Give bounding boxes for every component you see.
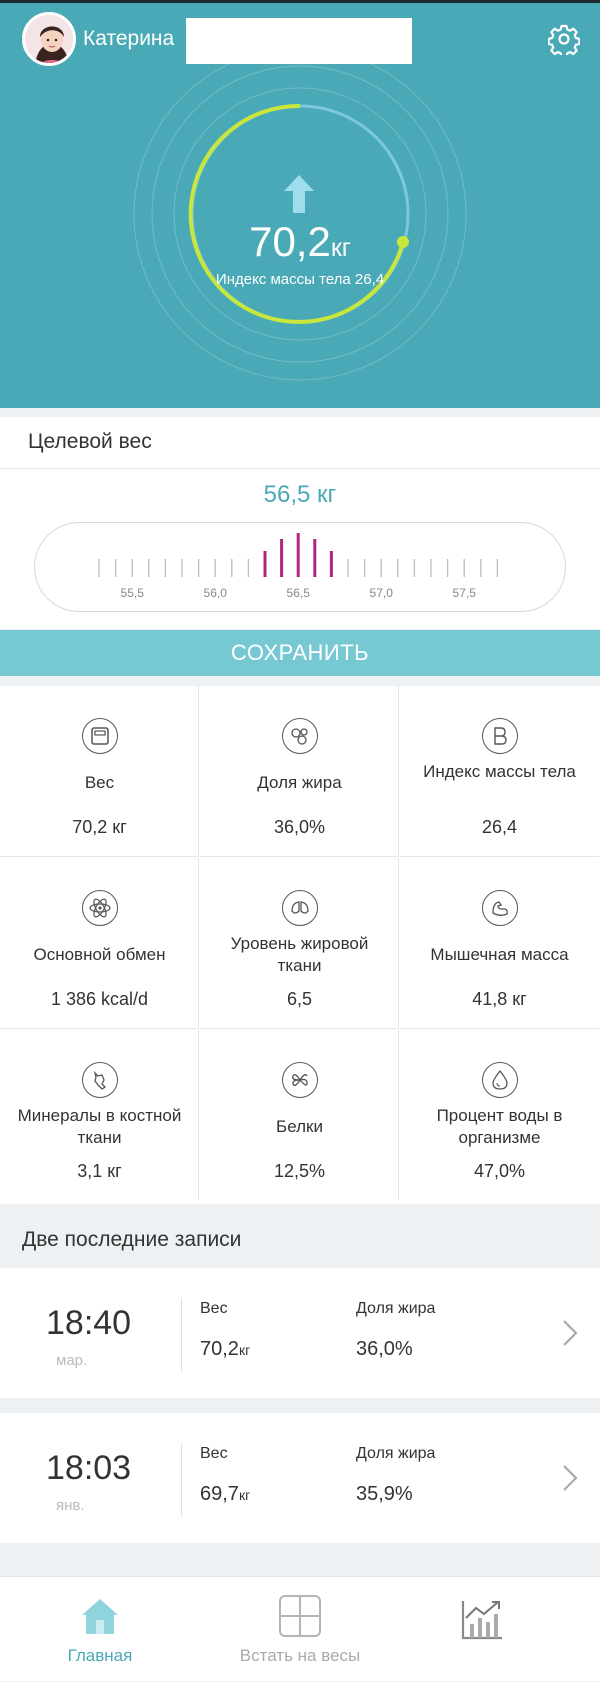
metric-label: Доля жира [257, 773, 342, 792]
chevron-right-icon[interactable] [560, 1318, 580, 1348]
ruler-label: 55,5 [121, 586, 145, 600]
ruler-label: 56,0 [204, 586, 228, 600]
muscle-icon [482, 890, 518, 926]
record-fat-value: 35,9% [356, 1483, 413, 1505]
fat-icon [282, 718, 318, 754]
ruler-label: 57,0 [370, 586, 394, 600]
gear-icon[interactable] [547, 23, 581, 58]
divider [0, 468, 600, 469]
ruler-label: 57,5 [453, 586, 477, 600]
arrow-up-icon [282, 173, 316, 215]
record-weight: 69,7кг [200, 1483, 250, 1506]
metrics-grid: Вес 70,2 кг Доля жира 36,0% Индекс массы… [0, 686, 600, 1204]
save-button[interactable]: СОХРАНИТЬ [0, 630, 600, 676]
bone-icon [82, 1062, 118, 1098]
metric-value: 12,5% [273, 1161, 326, 1181]
record-time: 18:03 [46, 1449, 132, 1487]
metric-value: 36,0% [273, 817, 326, 837]
metric-water[interactable]: Процент воды в организме 47,0% [400, 1030, 599, 1201]
bmi-value: 26,4 [354, 271, 385, 288]
record-fat-label: Доля жира [356, 1300, 436, 1317]
bottom-tab-bar: Главная Встать на весы [0, 1576, 600, 1681]
metric-label: Минералы в костной ткани [17, 1106, 182, 1147]
home-icon [82, 1599, 118, 1634]
record-weight-unit: кг [238, 1342, 251, 1358]
metric-value: 3,1 кг [77, 1161, 122, 1181]
metric-label: Белки [276, 1117, 323, 1136]
target-ruler-slider[interactable]: 55,5 56,0 56,5 57,0 57,5 [34, 522, 566, 612]
weight-value: 70,2 [249, 218, 331, 265]
chevron-right-icon[interactable] [560, 1463, 580, 1493]
metabolism-icon [82, 890, 118, 926]
metric-value: 26,4 [481, 817, 518, 837]
bmi-icon [482, 718, 518, 754]
record-time: 18:40 [46, 1304, 132, 1342]
metric-bone[interactable]: Минералы в костной ткани 3,1 кг [0, 1030, 199, 1201]
tab-label: Главная [67, 1646, 133, 1665]
metric-protein[interactable]: Белки 12,5% [200, 1030, 399, 1201]
record-row[interactable]: 18:03 янв. Вес 69,7кг Доля жира 35,9% [0, 1413, 600, 1543]
divider [181, 1443, 182, 1517]
protein-icon [282, 1062, 318, 1098]
record-weight-unit: кг [238, 1487, 251, 1503]
tab-label: Встать на весы [239, 1646, 361, 1665]
current-weight: 70,2кг [0, 218, 600, 266]
metric-label: Индекс массы тела [423, 762, 576, 781]
target-value: 56,5 кг [263, 481, 337, 508]
weight-unit: кг [330, 234, 351, 262]
bmi-line: Индекс массы тела 26,4 [0, 271, 600, 288]
metric-value: 1 386 kcal/d [50, 989, 149, 1009]
record-fat-label: Доля жира [356, 1445, 436, 1462]
record-weight-label: Вес [200, 1445, 228, 1462]
record-weight: 70,2кг [200, 1338, 250, 1361]
tab-weigh[interactable]: Встать на весы [200, 1577, 400, 1682]
metric-muscle[interactable]: Мышечная масса 41,8 кг [400, 858, 599, 1029]
metric-weight[interactable]: Вес 70,2 кг [0, 686, 199, 857]
record-fat-value: 36,0% [356, 1338, 413, 1360]
avatar[interactable] [22, 12, 76, 66]
target-weight-card: Целевой вес 56,5 кг 55,5 56,0 56,5 57,0 57,5 [0, 417, 600, 629]
tab-home[interactable]: Главная [0, 1577, 200, 1682]
metric-label: Уровень жировой ткани [230, 934, 369, 975]
summary-header: Катерина 70,2кг Индекс массы тела 26,4 [0, 0, 600, 408]
target-title: Целевой вес [28, 430, 152, 453]
metric-label: Основной обмен [33, 945, 166, 964]
chart-icon [461, 1601, 502, 1640]
tab-stats[interactable] [400, 1577, 600, 1682]
ruler-label: 56,5 [287, 586, 311, 600]
record-weight-value: 69,7 [200, 1483, 239, 1505]
metric-value: 47,0% [473, 1161, 526, 1181]
divider [181, 1298, 182, 1372]
metric-value: 6,5 [286, 989, 313, 1009]
status-bar-edge [0, 0, 600, 3]
record-row[interactable]: 18:40 мар. Вес 70,2кг Доля жира 36,0% [0, 1268, 600, 1398]
metric-label: Вес [84, 773, 115, 792]
record-weight-value: 70,2 [200, 1338, 239, 1360]
metric-bmi[interactable]: Индекс массы тела 26,4 [400, 686, 599, 857]
record-date: янв. [56, 1497, 85, 1514]
metric-label: Процент воды в организме [436, 1106, 563, 1147]
metric-visceral-fat[interactable]: Уровень жировой ткани 6,5 [200, 858, 399, 1029]
water-icon [482, 1062, 518, 1098]
scale-grid-icon [279, 1595, 321, 1637]
record-weight-label: Вес [200, 1300, 228, 1317]
recent-title: Две последние записи [22, 1228, 242, 1251]
metric-value: 41,8 кг [472, 989, 527, 1009]
record-date: мар. [56, 1352, 88, 1369]
metric-label: Мышечная масса [430, 945, 569, 964]
metric-value: 70,2 кг [72, 817, 127, 837]
scale-icon [82, 718, 118, 754]
metric-fat[interactable]: Доля жира 36,0% [200, 686, 399, 857]
metric-metabolism[interactable]: Основной обмен 1 386 kcal/d [0, 858, 199, 1029]
bmi-label: Индекс массы тела [215, 271, 351, 288]
visceral-fat-icon [282, 890, 318, 926]
